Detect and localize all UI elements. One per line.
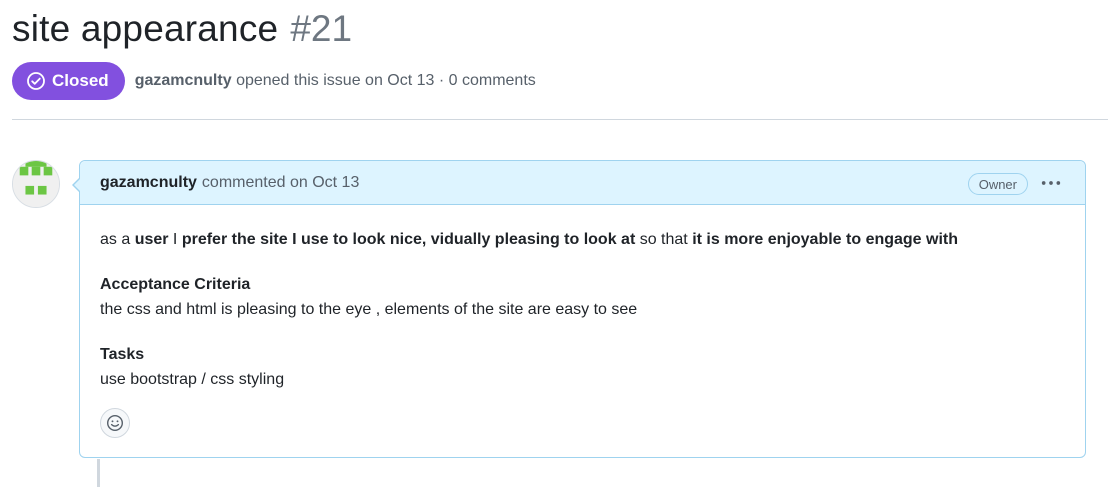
acceptance-criteria-section: Acceptance Criteria the css and html is …	[100, 272, 1065, 322]
acceptance-criteria-text: the css and html is pleasing to the eye …	[100, 301, 638, 318]
identicon-icon	[13, 161, 59, 207]
tasks-heading: Tasks	[100, 346, 145, 363]
issue-meta: Closed gazamcnulty opened this issue on …	[12, 62, 536, 100]
add-reaction-button[interactable]	[100, 408, 130, 438]
state-badge: Closed	[12, 62, 125, 100]
smiley-icon	[106, 414, 124, 432]
header-divider	[12, 119, 1108, 120]
issue-title-row: site appearance #21	[12, 8, 352, 56]
check-circle-icon	[27, 72, 45, 90]
story-text: as a	[100, 231, 135, 248]
comment-author-link[interactable]: gazamcnulty	[100, 174, 197, 192]
acceptance-criteria-heading: Acceptance Criteria	[100, 276, 251, 293]
story-bold: prefer the site I use to look nice, vidu…	[181, 231, 636, 248]
story-text: so that	[635, 231, 693, 248]
timeline-connector	[97, 459, 100, 487]
kebab-horizontal-icon[interactable]	[1039, 173, 1063, 193]
user-story: as a user I prefer the site I use to loo…	[100, 227, 1065, 252]
avatar[interactable]	[12, 160, 60, 208]
story-bold: user	[134, 231, 169, 248]
tasks-text: use bootstrap / css styling	[100, 371, 285, 388]
comment-card: gazamcnulty commented on Oct 13 Owner as…	[72, 160, 1086, 458]
state-label: Closed	[52, 71, 109, 90]
issue-number: #21	[290, 8, 353, 49]
tasks-section: Tasks use bootstrap / css styling	[100, 342, 1065, 392]
owner-badge: Owner	[967, 173, 1028, 195]
comment-header: gazamcnulty commented on Oct 13 Owner	[80, 161, 1085, 205]
issue-title: site appearance	[12, 8, 279, 49]
issue-meta-text: gazamcnulty opened this issue on Oct 13 …	[135, 72, 536, 90]
comment-body: as a user I prefer the site I use to loo…	[80, 205, 1085, 392]
story-bold: it is more enjoyable to engage with	[692, 231, 959, 248]
issue-opened-text: opened this issue on Oct 13 · 0 comments	[236, 72, 536, 89]
comment-timestamp[interactable]: commented on Oct 13	[202, 174, 359, 192]
issue-author-link[interactable]: gazamcnulty	[135, 72, 232, 89]
story-text: I	[168, 231, 182, 248]
